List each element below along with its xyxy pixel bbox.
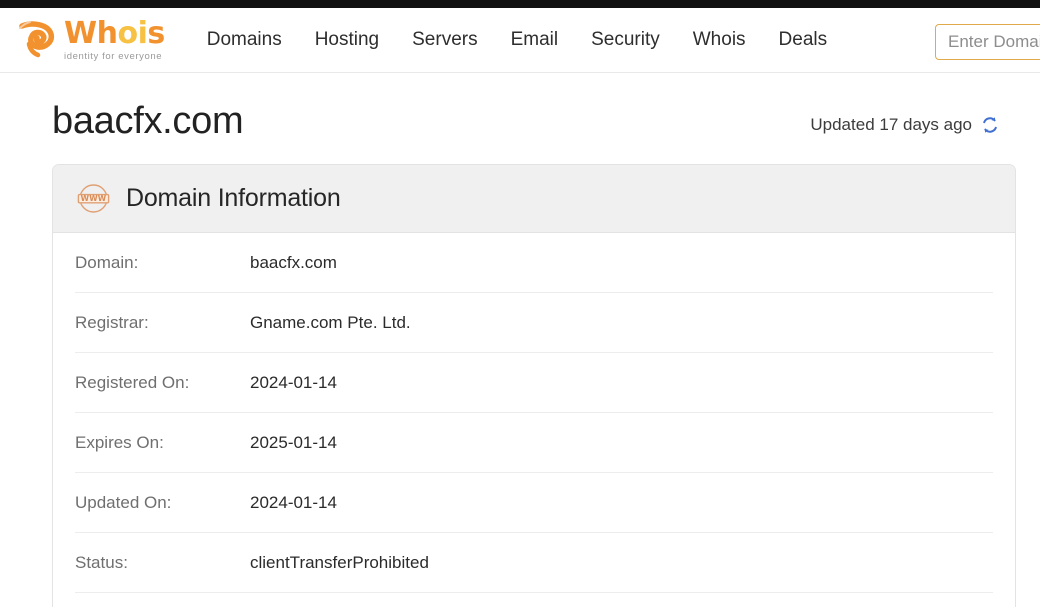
page-content: baacfx.com Updated 17 days ago WWW Domai…: [0, 73, 1040, 607]
site-logo[interactable]: Whois identity for everyone: [18, 15, 165, 62]
nav-item-email[interactable]: Email: [511, 29, 559, 51]
row-label-updated-on: Updated On:: [75, 492, 172, 512]
logo-wordmark: Whois identity for everyone: [64, 15, 165, 62]
search-container: [935, 24, 1040, 60]
logo-word-part2: oi: [117, 15, 148, 51]
card-title: Domain Information: [126, 183, 341, 212]
domain-search-input[interactable]: [935, 24, 1040, 60]
row-value-expires-on: 2025-01-14: [250, 432, 337, 452]
main-navigation: Domains Hosting Servers Email Security W…: [207, 29, 827, 51]
row-value-registrar: Gname.com Pte. Ltd.: [250, 312, 411, 332]
table-row: Registrar: Gname.com Pte. Ltd.: [75, 293, 993, 353]
row-label-registrar: Registrar:: [75, 312, 149, 332]
site-header: Whois identity for everyone Domains Host…: [0, 8, 1040, 73]
logo-word: Whois: [64, 15, 165, 51]
row-label-expires-on: Expires On:: [75, 432, 164, 452]
nav-item-whois[interactable]: Whois: [693, 29, 746, 51]
nav-item-domains[interactable]: Domains: [207, 29, 282, 51]
table-row: Domain: baacfx.com: [75, 233, 993, 293]
logo-tagline: identity for everyone: [64, 50, 163, 62]
table-row: Name Servers: a.share-dns.com b.share-dn…: [75, 593, 993, 607]
page-title-row: baacfx.com Updated 17 days ago: [12, 73, 1028, 143]
nav-item-hosting[interactable]: Hosting: [315, 29, 379, 51]
www-globe-icon: WWW: [75, 180, 112, 217]
row-value-status: clientTransferProhibited: [250, 553, 429, 573]
table-row: Expires On: 2025-01-14: [75, 413, 993, 473]
svg-text:WWW: WWW: [81, 194, 107, 203]
nav-item-security[interactable]: Security: [591, 29, 660, 51]
updated-text: Updated 17 days ago: [810, 114, 972, 134]
logo-word-part3: s: [147, 15, 165, 51]
table-row: Updated On: 2024-01-14: [75, 473, 993, 534]
page-title: baacfx.com: [52, 100, 244, 142]
nav-item-deals[interactable]: Deals: [779, 29, 828, 51]
updated-status: Updated 17 days ago: [810, 115, 1000, 143]
row-value-registered-on: 2024-01-14: [250, 372, 337, 392]
top-accent-bar: [0, 0, 1040, 8]
domain-information-card: WWW Domain Information Domain: baacfx.co…: [52, 163, 1016, 607]
nav-item-servers[interactable]: Servers: [412, 29, 477, 51]
row-value-domain: baacfx.com: [250, 252, 337, 272]
table-row: Registered On: 2024-01-14: [75, 353, 993, 413]
whois-swoosh-logo-icon: [18, 20, 60, 60]
table-row: Status: clientTransferProhibited: [75, 533, 993, 594]
logo-word-part1: Wh: [64, 15, 118, 51]
row-label-status: Status:: [75, 553, 128, 573]
row-label-registered-on: Registered On:: [75, 372, 190, 392]
row-label-domain: Domain:: [75, 252, 139, 272]
card-header: WWW Domain Information: [53, 164, 1015, 233]
card-body: Domain: baacfx.com Registrar: Gname.com …: [53, 233, 1015, 607]
row-value-updated-on: 2024-01-14: [250, 492, 337, 512]
refresh-sync-icon[interactable]: [980, 115, 1000, 135]
